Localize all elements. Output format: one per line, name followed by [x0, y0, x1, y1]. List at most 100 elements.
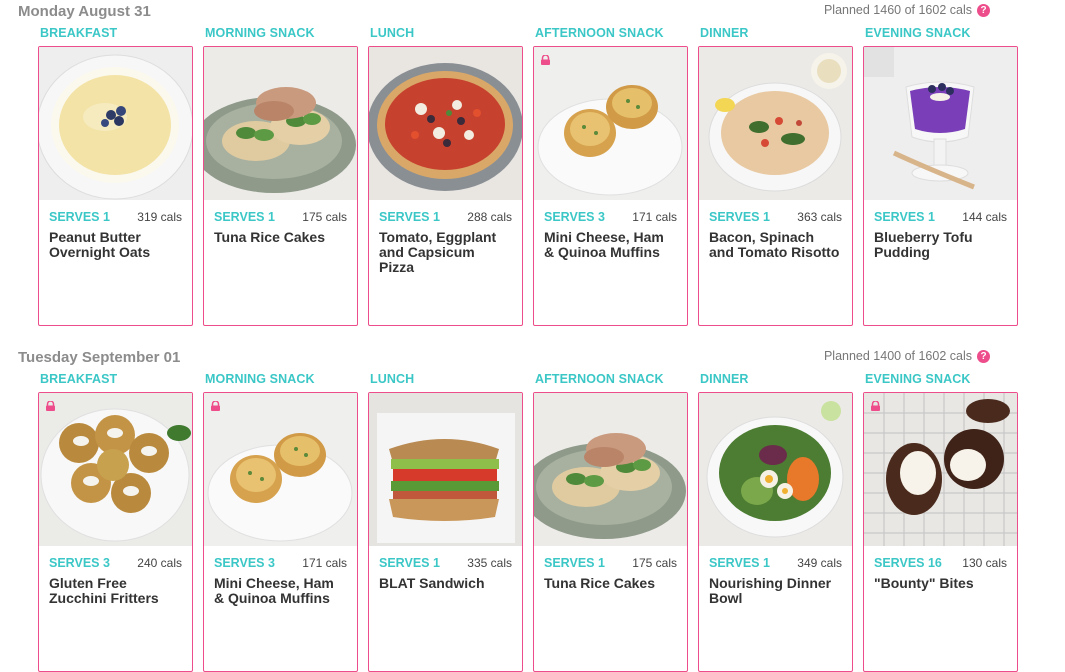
recipe-card[interactable]: SERVES 16 130 cals "Bounty" Bites [863, 392, 1018, 672]
meal-label: LUNCH [370, 372, 415, 386]
recipe-title: "Bounty" Bites [874, 575, 974, 591]
recipe-card[interactable]: SERVES 1 319 cals Peanut Butter Overnigh… [38, 46, 193, 326]
card-meta: SERVES 3 240 cals [39, 546, 192, 570]
recipe-title: BLAT Sandwich [379, 575, 485, 591]
meal-label: BREAKFAST [40, 372, 118, 386]
day-section-tuesday: Tuesday September 01 Planned 1400 of 160… [0, 346, 1065, 672]
meal-label: DINNER [700, 26, 749, 40]
calories-label: 171 cals [302, 556, 347, 570]
meal-label: LUNCH [370, 26, 415, 40]
meal-slot-lunch: LUNCH SERVES 1 288 cals Tomato, Eggplant… [368, 26, 523, 326]
recipe-title: Tuna Rice Cakes [214, 229, 326, 245]
meal-slot-afternoon-snack: AFTERNOON SNACK SERVES 1 175 cals Tuna R… [533, 372, 688, 672]
calories-label: 240 cals [137, 556, 182, 570]
recipe-card[interactable]: SERVES 1 363 cals Bacon, Spinach and Tom… [698, 46, 853, 326]
recipe-card[interactable]: SERVES 1 175 cals Tuna Rice Cakes [533, 392, 688, 672]
day-title: Tuesday September 01 [18, 349, 181, 366]
pudding-photo [864, 47, 1017, 200]
help-circle-icon[interactable]: ? [977, 3, 990, 17]
meal-slot-breakfast: BREAKFAST SERVES 3 240 cals Gluten Free … [38, 372, 193, 672]
card-meta: SERVES 1 175 cals [534, 546, 687, 570]
serves-label: SERVES 1 [874, 210, 935, 224]
oats-photo [39, 47, 192, 200]
recipe-card[interactable]: SERVES 3 171 cals Mini Cheese, Ham & Qui… [203, 392, 358, 672]
recipe-card[interactable]: SERVES 1 349 cals Nourishing Dinner Bowl [698, 392, 853, 672]
serves-label: SERVES 1 [709, 556, 770, 570]
lock-icon[interactable] [870, 401, 881, 411]
meal-label: EVENING SNACK [865, 372, 971, 386]
meal-slot-morning-snack: MORNING SNACK SERVES 1 175 cals Tuna Ric… [203, 26, 358, 326]
calories-label: 144 cals [962, 210, 1007, 224]
serves-label: SERVES 1 [379, 556, 440, 570]
calories-label: 175 cals [302, 210, 347, 224]
meal-slot-evening-snack: EVENING SNACK SERVES 16 130 cals "Bounty… [863, 372, 1018, 672]
serves-label: SERVES 16 [874, 556, 942, 570]
muffins-photo [534, 47, 687, 200]
day-title: Monday August 31 [18, 3, 151, 20]
meal-label: MORNING SNACK [205, 372, 315, 386]
meal-slot-afternoon-snack: AFTERNOON SNACK SERVES 3 171 cals Mini C… [533, 26, 688, 326]
recipe-card[interactable]: SERVES 1 288 cals Tomato, Eggplant and C… [368, 46, 523, 326]
recipe-title: Tuna Rice Cakes [544, 575, 656, 591]
card-meta: SERVES 3 171 cals [534, 200, 687, 224]
calories-label: 171 cals [632, 210, 677, 224]
calories-label: 363 cals [797, 210, 842, 224]
recipe-title: Bacon, Spinach and Tomato Risotto [709, 229, 840, 260]
pizza-photo [369, 47, 522, 200]
recipe-card[interactable]: SERVES 1 335 cals BLAT Sandwich [368, 392, 523, 672]
card-meta: SERVES 3 171 cals [204, 546, 357, 570]
calories-label: 175 cals [632, 556, 677, 570]
card-meta: SERVES 1 288 cals [369, 200, 522, 224]
serves-label: SERVES 3 [49, 556, 110, 570]
recipe-title: Tomato, Eggplant and Capsicum Pizza [379, 229, 497, 275]
serves-label: SERVES 3 [544, 210, 605, 224]
serves-label: SERVES 1 [379, 210, 440, 224]
calories-label: 319 cals [137, 210, 182, 224]
calories-label: 335 cals [467, 556, 512, 570]
calories-label: 130 cals [962, 556, 1007, 570]
help-circle-icon[interactable]: ? [977, 349, 990, 363]
sandwich-photo [369, 393, 522, 546]
meal-slot-evening-snack: EVENING SNACK SERVES 1 144 cals Blueberr… [863, 26, 1018, 326]
meal-label: AFTERNOON SNACK [535, 372, 664, 386]
meal-slot-dinner: DINNER SERVES 1 349 cals Nourishing Dinn… [698, 372, 853, 672]
meal-label: EVENING SNACK [865, 26, 971, 40]
meal-label: MORNING SNACK [205, 26, 315, 40]
tuna-rice-cakes-photo [534, 393, 687, 546]
meal-label: BREAKFAST [40, 26, 118, 40]
dinner-bowl-photo [699, 393, 852, 546]
meal-slot-lunch: LUNCH SERVES 1 335 cals BLAT Sandwich [368, 372, 523, 672]
recipe-card[interactable]: SERVES 1 175 cals Tuna Rice Cakes [203, 46, 358, 326]
serves-label: SERVES 1 [709, 210, 770, 224]
lock-icon[interactable] [540, 55, 551, 65]
planned-calories: Planned 1400 of 1602 cals ? [824, 349, 990, 363]
lock-icon[interactable] [45, 401, 56, 411]
recipe-title: Nourishing Dinner Bowl [709, 575, 832, 606]
card-meta: SERVES 1 335 cals [369, 546, 522, 570]
recipe-title: Gluten Free Zucchini Fritters [49, 575, 159, 606]
card-meta: SERVES 1 349 cals [699, 546, 852, 570]
bounty-bites-photo [864, 393, 1017, 546]
muffins-photo [204, 393, 357, 546]
meal-slot-morning-snack: MORNING SNACK SERVES 3 171 cals Mini Che… [203, 372, 358, 672]
planned-calories: Planned 1460 of 1602 cals ? [824, 3, 990, 17]
serves-label: SERVES 1 [544, 556, 605, 570]
fritters-photo [39, 393, 192, 546]
recipe-title: Blueberry Tofu Pudding [874, 229, 973, 260]
lock-icon[interactable] [210, 401, 221, 411]
meal-label: AFTERNOON SNACK [535, 26, 664, 40]
day-section-monday: Monday August 31 Planned 1460 of 1602 ca… [0, 0, 1065, 340]
recipe-title: Mini Cheese, Ham & Quinoa Muffins [214, 575, 334, 606]
tuna-rice-cakes-photo [204, 47, 357, 200]
meal-label: DINNER [700, 372, 749, 386]
serves-label: SERVES 1 [49, 210, 110, 224]
recipe-title: Mini Cheese, Ham & Quinoa Muffins [544, 229, 664, 260]
recipe-title: Peanut Butter Overnight Oats [49, 229, 151, 260]
meal-slot-dinner: DINNER SERVES 1 363 cals Bacon, Spinach [698, 26, 853, 326]
card-meta: SERVES 1 319 cals [39, 200, 192, 224]
recipe-card[interactable]: SERVES 3 240 cals Gluten Free Zucchini F… [38, 392, 193, 672]
card-meta: SERVES 1 144 cals [864, 200, 1017, 224]
calories-label: 288 cals [467, 210, 512, 224]
recipe-card[interactable]: SERVES 3 171 cals Mini Cheese, Ham & Qui… [533, 46, 688, 326]
recipe-card[interactable]: SERVES 1 144 cals Blueberry Tofu Pudding [863, 46, 1018, 326]
